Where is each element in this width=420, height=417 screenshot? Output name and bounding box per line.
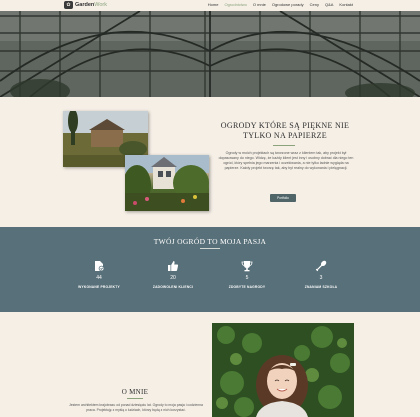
brand-name-accent: Work bbox=[94, 2, 107, 8]
nav-item-porady[interactable]: Ogrodowe porady bbox=[272, 2, 304, 7]
brand-name: GardenWork bbox=[75, 2, 107, 8]
nav-item-home[interactable]: Home bbox=[208, 2, 219, 7]
nav-item-o-mnie[interactable]: O mnie bbox=[253, 2, 266, 7]
intro-paragraph: Ogrody w moich projektach są tworzone wr… bbox=[218, 151, 354, 170]
nav-item-ogrodnictwo[interactable]: Ogrodnictwo bbox=[224, 2, 246, 7]
top-navbar: ✿ GardenWork Home Ogrodnictwo O mnie Ogr… bbox=[0, 0, 420, 11]
stat-projects: 44 WYKONANE PROJEKTY bbox=[64, 260, 134, 289]
thumbs-up-icon bbox=[138, 260, 208, 272]
portrait-photo bbox=[212, 323, 354, 417]
stats-section: TWÓJ OGRÓD TO MOJA PASJA 44 WYKONANE PRO… bbox=[0, 227, 420, 312]
main-nav: Home Ogrodnictwo O mnie Ogrodowe porady … bbox=[208, 2, 353, 7]
about-paragraph: Jestem architektem krajobrazu od ponad d… bbox=[69, 403, 203, 412]
hero-greenhouse-image bbox=[0, 11, 420, 97]
stat-clients: 20 ZADOWOLENI KLIENCI bbox=[138, 260, 208, 289]
nav-item-ceny[interactable]: Ceny bbox=[310, 2, 319, 7]
stat-schools-label: ZNANIAM SZKOŁA bbox=[304, 285, 338, 289]
shovel-icon bbox=[286, 260, 356, 272]
document-check-icon bbox=[64, 260, 134, 272]
portrait-photo-graphic bbox=[212, 323, 354, 417]
stat-awards-label: ZDOBYTE NAGRODY bbox=[228, 285, 266, 289]
stats-heading: TWÓJ OGRÓD TO MOJA PASJA bbox=[153, 237, 267, 246]
brand-name-main: Garden bbox=[75, 2, 95, 8]
page: ✿ GardenWork Home Ogrodnictwo O mnie Ogr… bbox=[0, 0, 420, 417]
stat-schools: 3 ZNANIAM SZKOŁA bbox=[286, 260, 356, 289]
stat-clients-number: 20 bbox=[170, 275, 176, 281]
leaf-logo-icon: ✿ bbox=[64, 1, 73, 9]
nav-item-kontakt[interactable]: Kontakt bbox=[339, 2, 353, 7]
stats-divider bbox=[200, 248, 220, 249]
about-section: O MNIE Jestem architektem krajobrazu od … bbox=[0, 312, 420, 417]
intro-section: OGRODY KTÓRE SĄ PIĘKNE NIE TYLKO NA PAPI… bbox=[0, 97, 420, 227]
about-heading: O MNIE bbox=[121, 388, 149, 396]
stat-awards-number: 5 bbox=[245, 275, 249, 281]
greenhouse-roof-graphic bbox=[0, 11, 420, 97]
trophy-icon bbox=[212, 260, 282, 272]
intro-divider bbox=[273, 145, 295, 146]
stat-schools-number: 3 bbox=[319, 275, 323, 281]
about-divider bbox=[127, 398, 143, 399]
stat-clients-label: ZADOWOLENI KLIENCI bbox=[152, 285, 194, 289]
stat-projects-label: WYKONANE PROJEKTY bbox=[78, 285, 120, 289]
stat-awards: 5 ZDOBYTE NAGRODY bbox=[212, 260, 282, 289]
portfolio-button[interactable]: Portfolio bbox=[270, 194, 296, 202]
nav-item-qa[interactable]: Q&A bbox=[325, 2, 333, 7]
cottage-garden-photo-graphic bbox=[123, 155, 209, 211]
intro-heading: OGRODY KTÓRE SĄ PIĘKNE NIE TYLKO NA PAPI… bbox=[220, 121, 350, 140]
cottage-garden-photo bbox=[123, 155, 209, 211]
brand-logo[interactable]: ✿ GardenWork bbox=[64, 1, 107, 9]
stat-projects-number: 44 bbox=[96, 275, 102, 281]
